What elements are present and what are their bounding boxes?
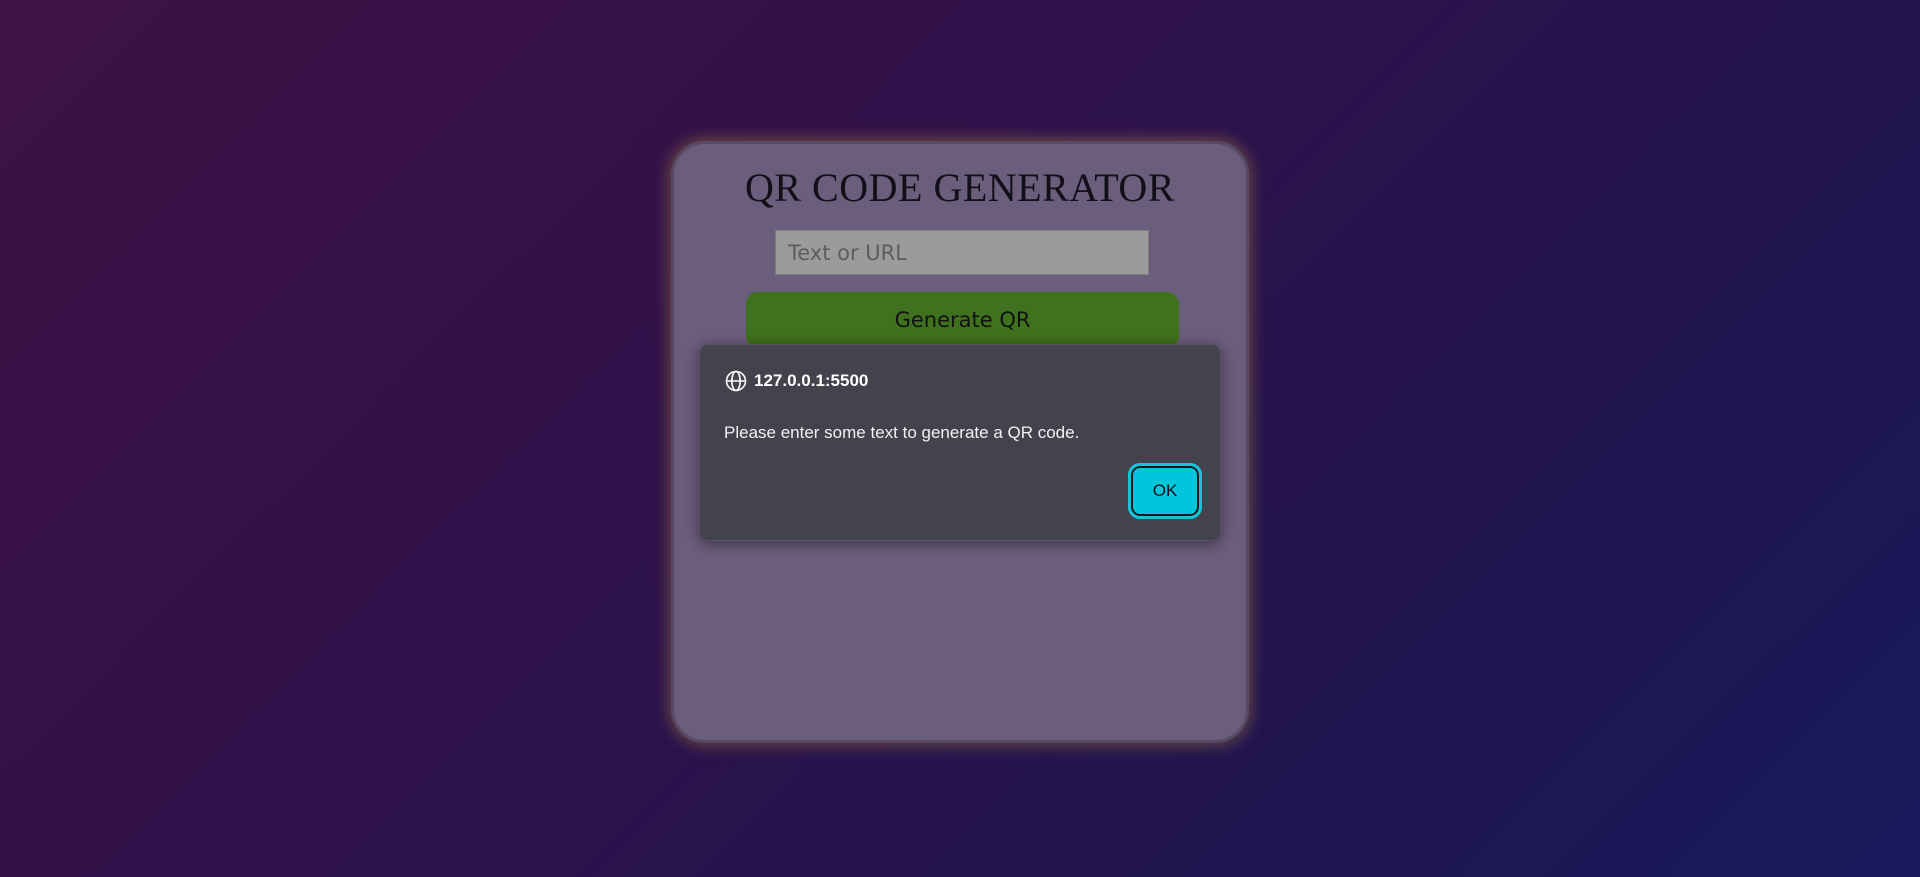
ok-button[interactable]: OK — [1128, 463, 1202, 519]
dialog-message: Please enter some text to generate a QR … — [724, 423, 1080, 442]
text-or-url-input[interactable] — [775, 230, 1149, 275]
dialog-origin: 127.0.0.1:5500 — [754, 371, 869, 390]
globe-icon — [725, 370, 747, 392]
page-title: QR CODE GENERATOR — [744, 165, 1175, 210]
dialog-header: 127.0.0.1:5500 — [724, 369, 868, 393]
generate-qr-button[interactable]: Generate QR — [746, 292, 1179, 348]
alert-dialog: 127.0.0.1:5500 Please enter some text to… — [699, 344, 1221, 541]
